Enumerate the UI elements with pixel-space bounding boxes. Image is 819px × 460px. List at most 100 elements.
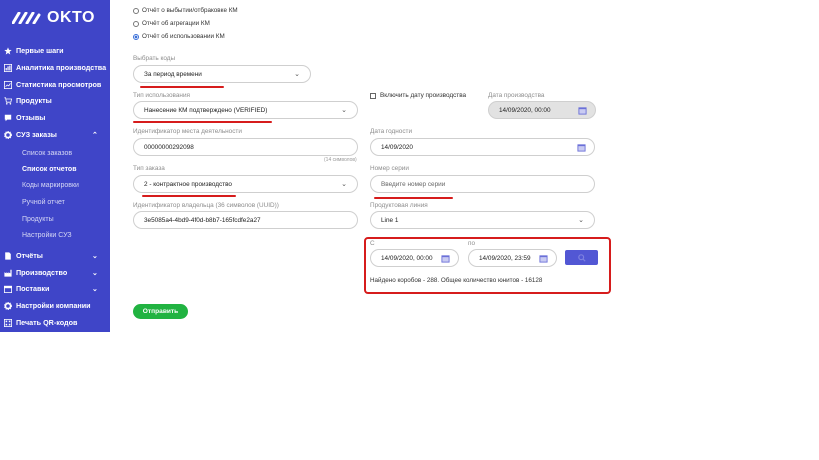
sidebar: OKTO Первые шаги Аналитика производства …: [0, 0, 110, 332]
period-to-value: 14/09/2020, 23:59: [479, 254, 531, 262]
doc-icon: [5, 251, 11, 260]
period-to-label: по: [468, 240, 476, 247]
print-icon: [4, 318, 12, 327]
sidebar-item-reports[interactable]: Отчёты ⌄: [0, 248, 110, 263]
expiry-date-label: Дата годности: [370, 128, 413, 135]
sidebar-item-first-steps[interactable]: Первые шаги: [0, 43, 110, 58]
annotation-underline: [140, 86, 224, 88]
stats-icon: [4, 80, 12, 89]
include-date-checkbox[interactable]: [370, 93, 376, 99]
comment-icon: [4, 114, 12, 121]
series-number-label: Номер серии: [370, 165, 409, 172]
search-result-text: Найдено коробов - 288. Общее количество …: [370, 277, 543, 284]
sidebar-item-suz-orders[interactable]: СУЗ заказы ⌃: [0, 127, 110, 142]
series-number-input[interactable]: Введите номер серии: [370, 175, 595, 193]
sidebar-item-company-settings[interactable]: Настройки компании: [0, 298, 110, 313]
search-icon: [577, 253, 586, 262]
product-line-value: Line 1: [381, 216, 399, 224]
radio-aggregation-report[interactable]: Отчёт об агрегации КМ: [133, 20, 210, 27]
period-from-label: С: [370, 240, 375, 247]
expiry-date-input[interactable]: 14/09/2020: [370, 138, 595, 156]
order-type-select[interactable]: 2 - контрактное производство ⌄: [133, 175, 358, 193]
logo[interactable]: OKTO: [12, 9, 95, 27]
activity-place-label: Идентификатор места деятельности: [133, 128, 242, 135]
order-type-label: Тип заказа: [133, 165, 165, 172]
sidebar-subitem-orders-list[interactable]: Список заказов: [22, 150, 72, 157]
include-date-label: Включить дату производства: [380, 92, 467, 99]
owner-id-input[interactable]: 3e5085a4-4bd9-4f0d-b8b7-165fcdfe2a27: [133, 211, 358, 229]
period-from-value: 14/09/2020, 00:00: [381, 254, 433, 262]
sidebar-item-analytics[interactable]: Аналитика производства: [0, 60, 110, 75]
annotation-underline: [142, 195, 236, 197]
series-number-placeholder: Введите номер серии: [381, 180, 446, 188]
logo-icon: [12, 12, 41, 24]
sidebar-item-label: Производство: [16, 268, 68, 277]
chevron-down-icon: ⌄: [341, 107, 347, 114]
codes-value: За период времени: [144, 70, 202, 78]
radio-label: Отчёт о выбытии/отбраковке КМ: [142, 7, 238, 14]
usage-type-value: Нанесение КМ подтверждено (VERIFIED): [144, 106, 268, 114]
radio-disposal-report[interactable]: Отчёт о выбытии/отбраковке КМ: [133, 7, 238, 14]
sidebar-item-label: Печать QR-кодов: [16, 318, 78, 327]
usage-type-label: Тип использования: [133, 92, 190, 99]
radio-button[interactable]: [133, 7, 139, 14]
sidebar-item-reviews[interactable]: Отзывы: [0, 110, 110, 125]
chevron-down-icon: ⌄: [92, 285, 98, 293]
owner-id-value: 3e5085a4-4bd9-4f0d-b8b7-165fcdfe2a27: [144, 216, 261, 224]
sidebar-subitem-marking-codes[interactable]: Коды маркировки: [22, 182, 79, 189]
box-icon: [4, 285, 12, 293]
sidebar-item-view-stats[interactable]: Статистика просмотров: [0, 77, 110, 92]
expiry-date-value: 14/09/2020: [381, 143, 413, 151]
sidebar-item-label: Отзывы: [16, 113, 46, 122]
calendar-icon: [577, 144, 586, 152]
annotation-underline: [133, 121, 272, 123]
radio-usage-report[interactable]: Отчёт об использовании КМ: [133, 33, 225, 40]
period-to-input[interactable]: 14/09/2020, 23:59: [468, 249, 557, 267]
codes-label: Выбрать коды: [133, 55, 176, 62]
gear-icon: [4, 130, 12, 139]
production-date-input[interactable]: 14/09/2020, 00:00: [488, 101, 596, 119]
product-line-select[interactable]: Line 1 ⌄: [370, 211, 595, 229]
star-icon: [4, 46, 12, 54]
analytics-icon: [4, 63, 12, 72]
period-from-input[interactable]: 14/09/2020, 00:00: [370, 249, 459, 267]
sidebar-item-label: Аналитика производства: [16, 63, 107, 72]
sidebar-item-production[interactable]: Производство ⌄: [0, 265, 110, 280]
activity-place-value: 00000000292098: [144, 143, 194, 151]
activity-place-input[interactable]: 00000000292098: [133, 138, 358, 156]
sidebar-item-label: Поставки: [16, 284, 50, 293]
sidebar-subitem-suz-settings[interactable]: Настройки СУЗ: [22, 232, 72, 239]
chevron-up-icon: ⌃: [92, 131, 98, 139]
codes-select[interactable]: За период времени ⌄: [133, 65, 311, 83]
sidebar-subitem-reports-list[interactable]: Список отчетов: [22, 166, 77, 173]
calendar-icon: [441, 255, 450, 263]
sidebar-item-label: СУЗ заказы: [16, 130, 57, 139]
period-search-button[interactable]: [565, 250, 598, 265]
main-content: Отчёт о выбытии/отбраковке КМ Отчёт об а…: [110, 0, 819, 460]
annotation-underline: [374, 197, 453, 199]
production-date-label: Дата производства: [488, 92, 545, 99]
submit-button[interactable]: Отправить: [133, 304, 188, 319]
production-date-value: 14/09/2020, 00:00: [499, 106, 551, 114]
sidebar-item-qr-print[interactable]: Печать QR-кодов: [0, 315, 110, 330]
chevron-down-icon: ⌄: [341, 181, 347, 188]
sidebar-item-label: Продукты: [16, 96, 52, 105]
usage-type-select[interactable]: Нанесение КМ подтверждено (VERIFIED) ⌄: [133, 101, 358, 119]
logo-text: OKTO: [47, 9, 95, 26]
sidebar-item-products[interactable]: Продукты: [0, 93, 110, 108]
sidebar-subitem-products[interactable]: Продукты: [22, 216, 54, 223]
sidebar-item-label: Статистика просмотров: [16, 80, 102, 89]
chevron-down-icon: ⌄: [92, 269, 98, 277]
sidebar-item-label: Отчёты: [16, 251, 43, 260]
radio-button[interactable]: [133, 20, 139, 27]
owner-id-label: Идентификатор владельца (36 символов (UU…: [133, 202, 279, 209]
sidebar-subitem-manual-report[interactable]: Ручной отчет: [22, 199, 65, 206]
sidebar-item-deliveries[interactable]: Поставки ⌄: [0, 281, 110, 296]
cart-icon: [4, 96, 12, 105]
calendar-icon: [578, 107, 587, 115]
calendar-icon: [539, 255, 548, 263]
radio-button-checked[interactable]: [133, 33, 139, 40]
chevron-down-icon: ⌄: [578, 217, 584, 224]
order-type-value: 2 - контрактное производство: [144, 180, 232, 188]
radio-label: Отчёт об агрегации КМ: [142, 20, 210, 27]
